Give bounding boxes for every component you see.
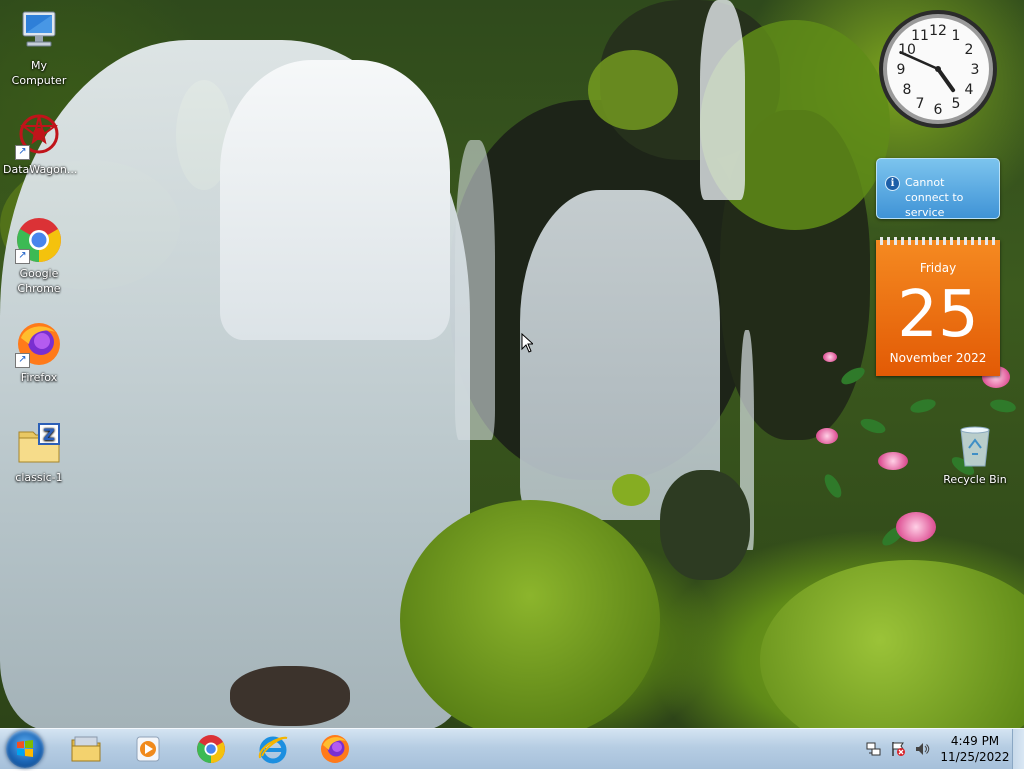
- svg-text:12: 12: [929, 23, 947, 39]
- svg-text:9: 9: [897, 62, 906, 78]
- desktop-icon-classic-1[interactable]: Z classic-1: [3, 420, 75, 485]
- service-gadget[interactable]: i Cannot connect to service: [876, 158, 1000, 219]
- desktop-icon-recycle-bin[interactable]: Recycle Bin: [939, 422, 1011, 487]
- network-icon[interactable]: [866, 741, 882, 757]
- taskbar-windows-media-player[interactable]: [121, 731, 175, 767]
- taskbar-clock-time[interactable]: 4:49 PM: [935, 734, 1015, 748]
- desktop-icon-my-computer[interactable]: My Computer: [3, 8, 75, 88]
- calendar-day-of-week: Friday: [919, 261, 957, 275]
- folder-icon: [71, 736, 101, 762]
- taskbar-firefox[interactable]: [308, 731, 362, 767]
- calendar-gadget[interactable]: Friday 25 November 2022: [876, 237, 1000, 376]
- shortcut-arrow-icon: ↗: [15, 145, 30, 160]
- service-message: Cannot connect to service: [905, 176, 964, 219]
- svg-text:4: 4: [965, 82, 974, 98]
- svg-text:6: 6: [934, 102, 943, 118]
- desktop-icon-label: DataWagon...: [3, 163, 78, 176]
- svg-text:Z: Z: [43, 425, 55, 444]
- taskbar-internet-explorer[interactable]: [246, 731, 300, 767]
- shortcut-arrow-icon: ↗: [15, 353, 30, 368]
- analog-clock-face: 12 1 2 3 4 5 6 7 8 9 10 11: [879, 10, 997, 128]
- show-desktop-button[interactable]: [1012, 729, 1024, 769]
- firefox-icon: [321, 735, 349, 763]
- desktop-icon-firefox[interactable]: ↗ Firefox: [3, 320, 75, 385]
- desktop-icon-google-chrome[interactable]: ↗ Google Chrome: [3, 216, 75, 296]
- svg-text:8: 8: [903, 82, 912, 98]
- taskbar-windows-explorer[interactable]: [59, 731, 113, 767]
- svg-text:5: 5: [952, 96, 961, 112]
- mouse-pointer-icon: [521, 333, 533, 353]
- calendar-binding-rings: [880, 237, 996, 245]
- windows-logo-icon: [17, 740, 33, 757]
- action-center-flag-icon[interactable]: [890, 741, 906, 757]
- chrome-icon: ↗: [15, 216, 63, 264]
- desktop-icon-label: My Computer: [11, 59, 67, 87]
- taskbar-google-chrome[interactable]: [184, 731, 238, 767]
- desktop-icon-datawagon[interactable]: ↗ DataWagon...: [3, 112, 78, 177]
- zip-folder-icon: Z: [15, 420, 63, 468]
- shortcut-arrow-icon: ↗: [15, 249, 30, 264]
- taskbar-clock-date[interactable]: 11/25/2022: [935, 750, 1015, 764]
- chrome-icon: [197, 735, 225, 763]
- svg-text:2: 2: [965, 42, 974, 58]
- recycle-bin-icon: [951, 422, 999, 470]
- media-player-icon: [136, 736, 160, 762]
- svg-text:7: 7: [916, 96, 925, 112]
- computer-icon: [15, 8, 63, 56]
- firefox-icon: ↗: [15, 320, 63, 368]
- svg-text:1: 1: [952, 28, 961, 44]
- desktop-wallpaper: [0, 0, 1024, 728]
- info-icon: i: [885, 176, 900, 191]
- taskbar: 4:49 PM 11/25/2022: [0, 728, 1024, 769]
- svg-text:3: 3: [971, 62, 980, 78]
- desktop-icon-label: Google Chrome: [17, 267, 61, 295]
- desktop-icon-label: classic-1: [15, 471, 63, 484]
- start-button[interactable]: [6, 730, 44, 768]
- clock-gadget[interactable]: 12 1 2 3 4 5 6 7 8 9 10 11: [877, 8, 999, 130]
- datawagon-icon: ↗: [15, 112, 63, 160]
- calendar-month-year: November 2022: [889, 351, 987, 365]
- desktop-icon-label: Firefox: [20, 371, 58, 384]
- desktop-icon-label: Recycle Bin: [943, 473, 1007, 486]
- calendar-day-number: 25: [897, 278, 979, 352]
- volume-icon[interactable]: [914, 741, 930, 757]
- ie-icon: [258, 736, 288, 764]
- svg-text:11: 11: [911, 28, 929, 44]
